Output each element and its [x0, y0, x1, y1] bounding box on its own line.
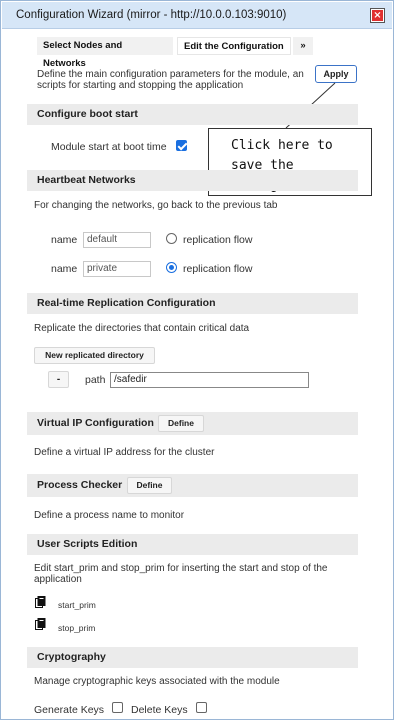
configuration-wizard-window: Configuration Wizard (mirror - http://10…	[0, 0, 394, 720]
script-start-prim-link[interactable]: start_prim	[58, 600, 96, 610]
apply-button[interactable]: Apply	[315, 65, 357, 83]
tab-more-chevron[interactable]: »	[293, 37, 313, 55]
network-name-label: name	[51, 263, 78, 275]
process-define-button[interactable]: Define	[127, 477, 172, 494]
scripts-section-header: User Scripts Edition	[27, 534, 358, 555]
remove-directory-button[interactable]: -	[48, 371, 69, 388]
boot-section-header: Configure boot start	[27, 104, 358, 125]
heartbeat-section-header: Heartbeat Networks	[27, 170, 358, 191]
generate-keys-checkbox[interactable]	[112, 702, 123, 713]
title-bar: Configuration Wizard (mirror - http://10…	[2, 2, 392, 29]
vip-define-button[interactable]: Define	[158, 415, 204, 432]
script-file-icon[interactable]	[35, 618, 46, 630]
path-label: path	[85, 374, 106, 386]
delete-keys-checkbox[interactable]	[196, 702, 207, 713]
crypto-note: Manage cryptographic keys associated wit…	[34, 676, 280, 687]
network-name-input[interactable]: default	[83, 232, 151, 248]
script-file-icon[interactable]	[35, 596, 46, 608]
intro-text-line2: scripts for starting and stopping the ap…	[37, 80, 244, 91]
script-stop-prim-link[interactable]: stop_prim	[58, 623, 95, 633]
crypto-section-header: Cryptography	[27, 647, 358, 668]
new-replicated-directory-button[interactable]: New replicated directory	[34, 347, 155, 364]
delete-keys-label: Delete Keys	[131, 704, 188, 716]
replicated-path-input[interactable]: /safedir	[110, 372, 309, 388]
process-section-header: Process Checker	[27, 474, 358, 497]
vip-note: Define a virtual IP address for the clus…	[34, 447, 215, 458]
process-section-title: Process Checker	[37, 479, 123, 491]
replication-flow-label: replication flow	[183, 234, 253, 246]
boot-start-checkbox[interactable]	[176, 140, 187, 151]
heartbeat-note: For changing the networks, go back to th…	[34, 200, 278, 211]
replication-flow-radio[interactable]	[166, 233, 177, 244]
replication-flow-radio[interactable]	[166, 262, 177, 273]
process-note: Define a process name to monitor	[34, 510, 185, 521]
scripts-note-line2: application	[34, 574, 82, 585]
boot-start-label: Module start at boot time	[51, 141, 167, 153]
window-title: Configuration Wizard (mirror - http://10…	[16, 9, 287, 21]
tab-edit-the-configuration[interactable]: Edit the Configuration	[177, 37, 291, 55]
close-icon: ×	[372, 10, 383, 21]
tab-select-nodes-and-networks[interactable]: Select Nodes and Networks	[37, 37, 173, 69]
replication-note: Replicate the directories that contain c…	[34, 323, 250, 334]
replication-section-header: Real-time Replication Configuration	[27, 293, 358, 314]
generate-keys-label: Generate Keys	[34, 704, 105, 716]
network-name-input[interactable]: private	[83, 261, 151, 277]
scripts-note-line1: Edit start_prim and stop_prim for insert…	[34, 563, 328, 574]
close-button[interactable]: ×	[370, 8, 385, 23]
replication-flow-label: replication flow	[183, 263, 253, 275]
vip-section-title: Virtual IP Configuration	[37, 417, 154, 429]
network-name-label: name	[51, 234, 78, 246]
intro-text-line1: Define the main configuration parameters…	[37, 69, 304, 80]
